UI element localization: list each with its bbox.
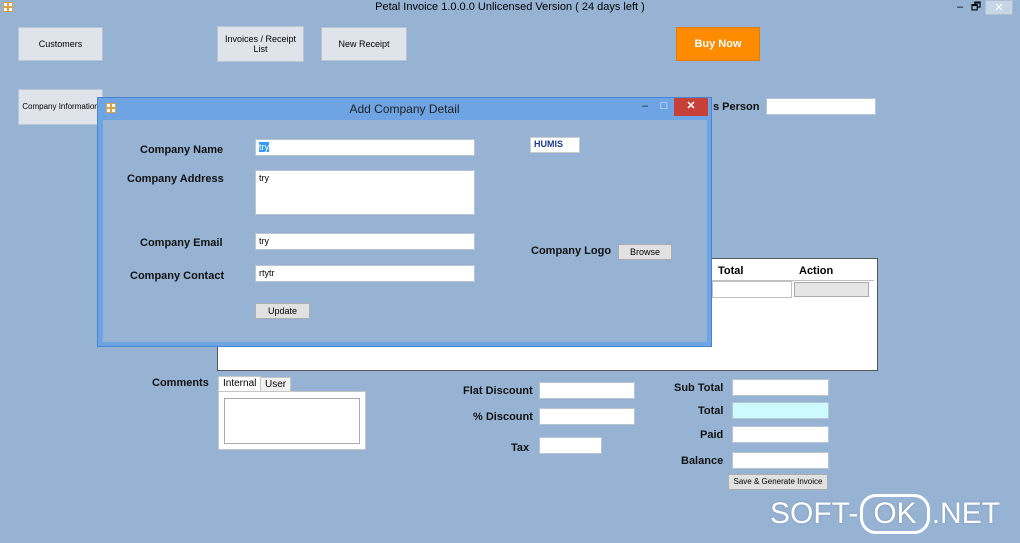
tab-internal[interactable]: Internal [218,376,262,391]
customers-button[interactable]: Customers [18,27,103,61]
grid-cell-action-button[interactable] [794,282,869,297]
dialog-title: Add Company Detail [349,102,460,116]
company-logo-image: HUMIS [530,137,580,153]
grid-header-action: Action [799,265,834,277]
paid-field[interactable] [732,426,829,443]
dialog-body: Company Name try Company Address try Com… [103,120,707,342]
watermark: SOFT- OK .NET [770,494,1000,534]
watermark-right: .NET [931,497,1001,530]
dialog-close-button[interactable]: ✕ [674,98,708,116]
flat-discount-field[interactable] [539,382,635,399]
watermark-middle: OK [860,494,930,534]
company-logo-label: Company Logo [531,245,612,257]
company-address-label: Company Address [127,173,224,185]
company-contact-label: Company Contact [130,270,225,282]
add-company-dialog: Add Company Detail – □ ✕ Company Name tr… [97,97,712,347]
logo-text: HUMIS [534,139,563,149]
comments-textarea[interactable] [224,398,360,444]
dialog-minimize-button[interactable]: – [636,98,654,116]
minimize-button[interactable]: – [952,0,968,15]
update-button[interactable]: Update [255,303,310,319]
restore-button[interactable]: 🗗 [968,0,984,15]
new-receipt-button[interactable]: New Receipt [321,27,407,61]
company-email-label: Company Email [140,237,223,249]
percent-discount-field[interactable] [539,408,635,425]
grid-cell-total[interactable] [712,281,792,298]
watermark-left: SOFT- [770,497,859,530]
company-address-field[interactable]: try [255,170,475,215]
company-contact-field[interactable]: rtytr [255,265,475,282]
total-label: Total [698,405,724,417]
buy-now-button[interactable]: Buy Now [676,27,760,61]
invoices-receipt-list-button[interactable]: Invoices / Receipt List [217,26,304,62]
grid-header-total: Total [718,265,744,277]
tax-field[interactable] [539,437,602,454]
percent-discount-label: % Discount [473,411,533,423]
company-information-button[interactable]: Company Information [18,89,103,125]
paid-label: Paid [700,429,724,441]
window-title: Petal Invoice 1.0.0.0 Unlicensed Version… [375,1,645,13]
company-name-value: try [259,142,269,152]
dialog-maximize-button[interactable]: □ [655,98,673,116]
total-field[interactable] [732,402,829,419]
sales-person-label: s Person [713,101,760,113]
company-name-field[interactable]: try [255,139,475,156]
company-name-label: Company Name [140,144,224,156]
sales-person-field[interactable] [766,98,876,115]
sub-total-field[interactable] [732,379,829,396]
comments-panel [218,391,366,450]
sub-total-label: Sub Total [674,382,724,394]
tab-user[interactable]: User [260,377,292,392]
save-generate-invoice-button[interactable]: Save & Generate Invoice [728,474,828,490]
close-button[interactable]: ✕ [985,0,1013,15]
browse-button[interactable]: Browse [618,244,672,260]
tax-label: Tax [511,442,530,454]
title-bar: Petal Invoice 1.0.0.0 Unlicensed Version… [0,0,1020,15]
flat-discount-label: Flat Discount [463,385,533,397]
comments-label: Comments [152,377,209,389]
balance-label: Balance [681,455,724,467]
company-email-field[interactable]: try [255,233,475,250]
balance-field[interactable] [732,452,829,469]
